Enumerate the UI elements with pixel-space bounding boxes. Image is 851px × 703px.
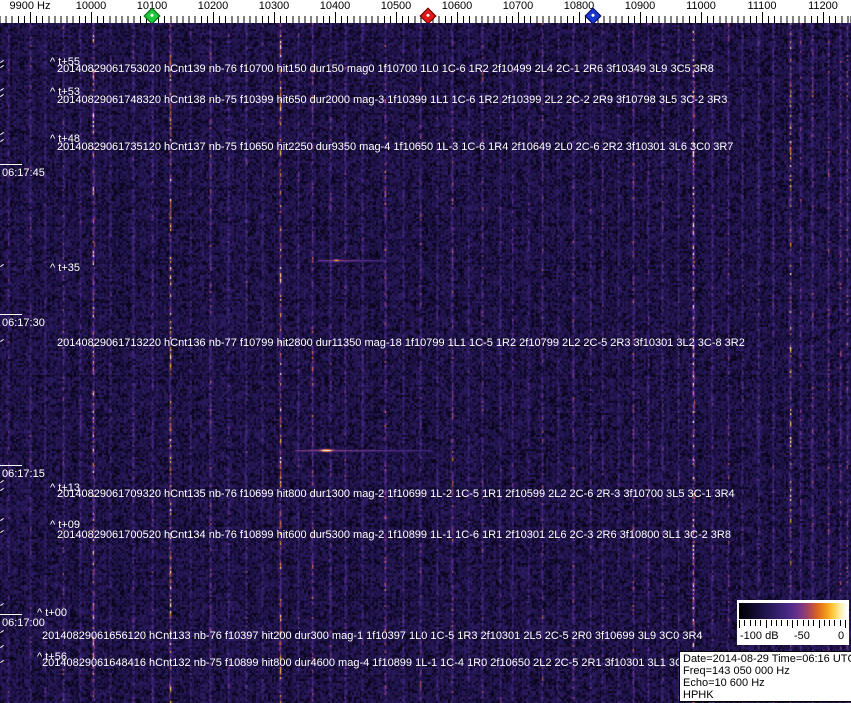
timestamp-label: 06:17:00 [2,617,45,629]
info-line-station: HPHK [683,689,714,701]
ruler-major-tick [274,12,275,23]
colorbar-tick [834,620,836,626]
detection-text: 20140829061709320 hCnt135 nb-76 f10699 h… [57,488,735,500]
colorbar-tick [770,620,772,626]
ruler-major-tick [457,12,458,23]
colorbar-label-mid: -50 [794,630,810,642]
colorbar-tick [823,620,825,626]
colorbar-tick [786,620,788,626]
ruler-major-tick [91,12,92,23]
colorbar-labels: -100 dB -50 0 [737,630,849,644]
ruler-major-tick [213,12,214,23]
colorbar-tick [776,620,778,626]
timestamp-label: 06:17:30 [2,317,45,329]
ruler-label: 11100 [747,0,777,12]
detection-text: 20140829061753020 hCnt139 nb-76 f10700 h… [57,63,714,75]
ruler-major-tick [30,12,31,23]
detection-text: 20140829061713220 hCnt136 nb-77 f10799 h… [57,337,745,349]
detection-text: 20140829061648416 hCnt132 nb-75 f10899 h… [42,657,683,669]
info-line-date: Date=2014-08-29 Time=06:16 UTC [683,653,851,665]
timestamp-tick [0,314,22,315]
ruler-label: 10700 [502,0,534,12]
colorbar-tick [802,620,804,626]
colorbar-tick [739,620,740,628]
colorbar-tick [781,620,783,626]
spectrum-lab-window: 9900 Hz 10000 10100 10200 10300 10400 10500 106… [0,0,851,703]
colorbar-tick [845,620,846,628]
ruler-label: 11200 [808,0,838,12]
ruler-major-tick [823,12,824,23]
colorbar-tick [760,620,762,626]
ruler-label: 9900 Hz [9,0,51,12]
detection-text: 20140829061656120 hCnt133 nb-76 f10397 h… [42,630,703,642]
colorbar-tick [749,620,751,626]
frequency-ruler[interactable]: 9900 Hz 10000 10100 10200 10300 10400 10500 106… [0,0,851,25]
colorbar-label-max: 0 [838,630,845,642]
colorbar-tick [797,620,799,626]
timestamp-tick [0,164,22,165]
ruler-label: 10200 [197,0,229,12]
ruler-major-tick [701,12,702,23]
detection-text: 20140829061748320 hCnt138 nb-75 f10399 h… [57,94,728,106]
ruler-major-tick [762,12,763,23]
ruler-label: 11000 [686,0,716,12]
timestamp-tick [0,614,22,615]
ruler-label: 10600 [441,0,473,12]
colorbar-tick [765,620,767,628]
colorbar-tick [839,620,841,626]
colorbar: -100 dB -50 0 [737,600,849,645]
ruler-label: 10500 [380,0,412,12]
timestamp-label: 06:17:45 [2,167,45,179]
marker-center-dot [590,13,596,18]
colorbar-ticks [739,620,847,629]
timestamp-tick [0,465,22,466]
colorbar-tick [744,620,746,626]
ruler-label: 10400 [319,0,351,12]
detection-text: 20140829061735120 hCnt137 nb-75 f10650 h… [57,141,734,153]
info-line-freq: Freq=143 050 000 Hz [683,665,790,677]
ruler-label: 10300 [258,0,290,12]
ruler-major-tick [640,12,641,23]
event-marker-label: ^ t+00 [37,607,67,619]
colorbar-tick [813,620,815,626]
spectrogram-waterfall[interactable] [0,23,851,703]
colorbar-tick [754,620,756,626]
detection-text: 20140829061700520 hCnt134 nb-76 f10899 h… [57,529,731,541]
ruler-label: 10900 [624,0,656,12]
ruler-major-tick [518,12,519,23]
ruler-major-tick [335,12,336,23]
colorbar-gradient[interactable] [739,603,847,619]
info-box: Date=2014-08-29 Time=06:16 UTC Freq=143 … [679,651,851,702]
colorbar-label-min: -100 dB [740,630,779,642]
colorbar-tick [818,620,820,628]
colorbar-tick [829,620,831,626]
marker-center-dot [425,13,431,18]
colorbar-tick [792,620,793,628]
event-marker-label: ^ t+35 [50,262,80,274]
ruler-label: 10000 [75,0,107,12]
ruler-major-tick [579,12,580,23]
timestamp-label: 06:17:15 [2,468,45,480]
info-line-echo: Echo=10 600 Hz [683,677,765,689]
ruler-major-tick [396,12,397,23]
colorbar-tick [807,620,809,626]
marker-center-dot [149,13,155,18]
